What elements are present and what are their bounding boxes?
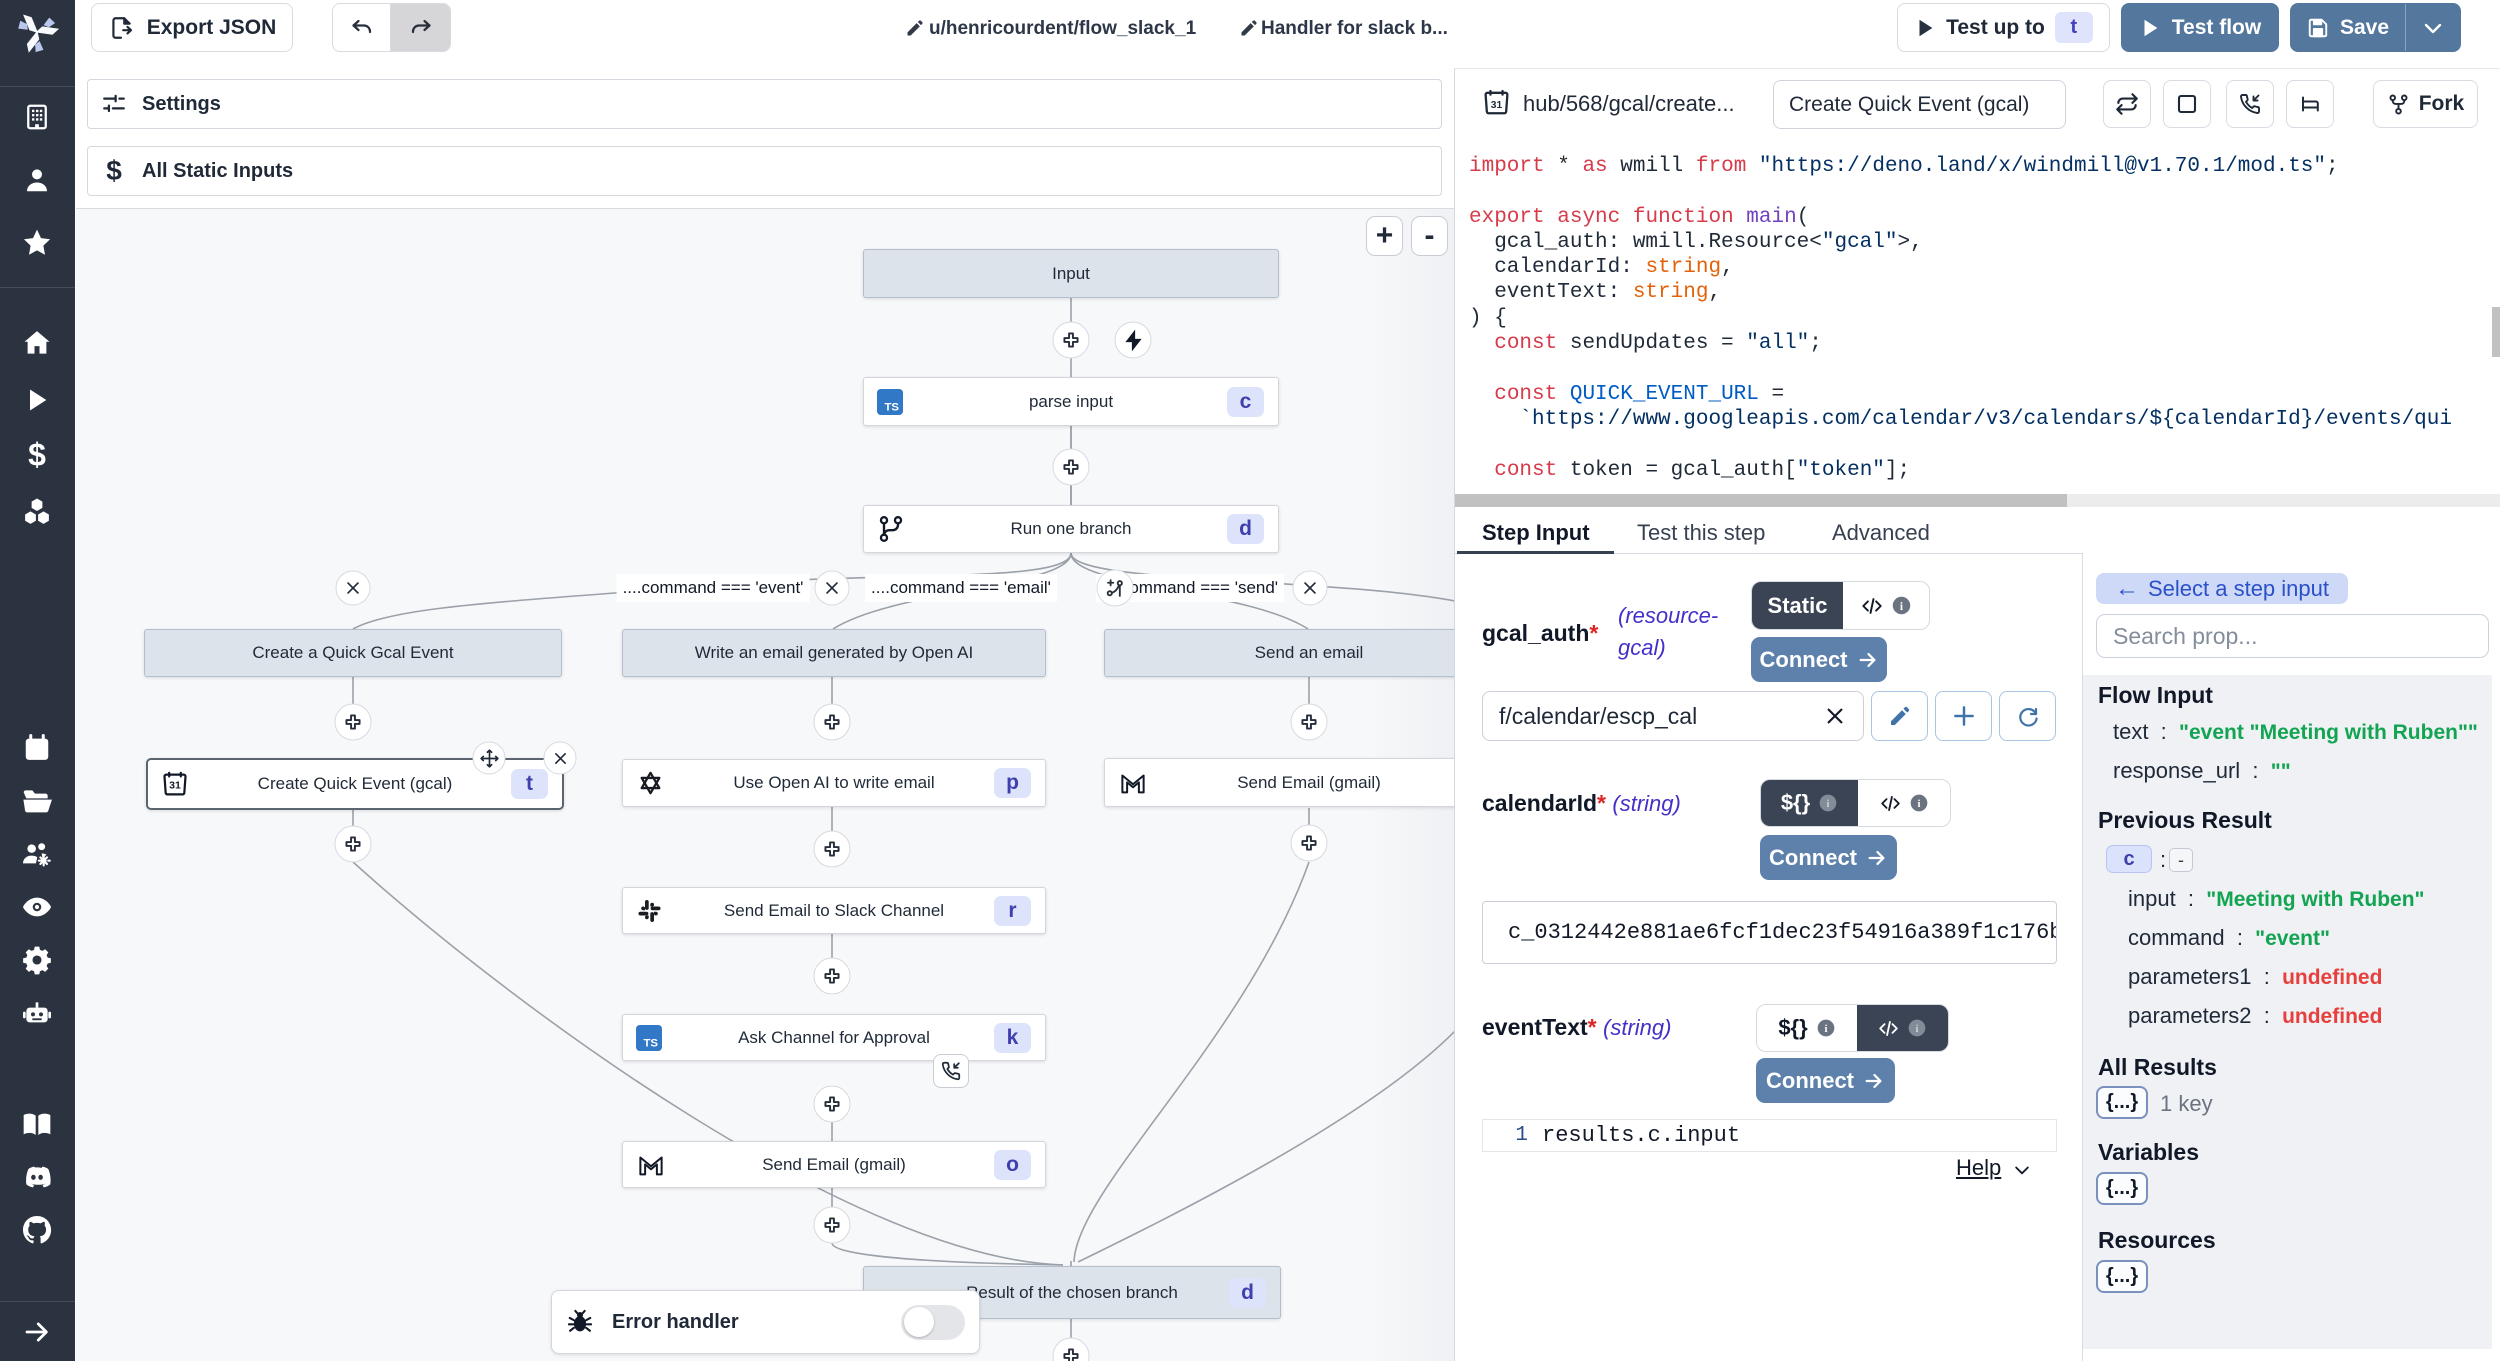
svg-text:31: 31 (1491, 100, 1503, 111)
svg-text:i: i (1899, 601, 1902, 613)
svg-text:i: i (1827, 798, 1830, 810)
svg-text:i: i (1915, 1023, 1918, 1035)
svg-text:TS: TS (643, 1037, 658, 1049)
svg-text:i: i (1917, 798, 1920, 810)
svg-text:TS: TS (884, 401, 899, 413)
svg-text:31: 31 (169, 779, 181, 791)
svg-text:i: i (1824, 1023, 1827, 1035)
